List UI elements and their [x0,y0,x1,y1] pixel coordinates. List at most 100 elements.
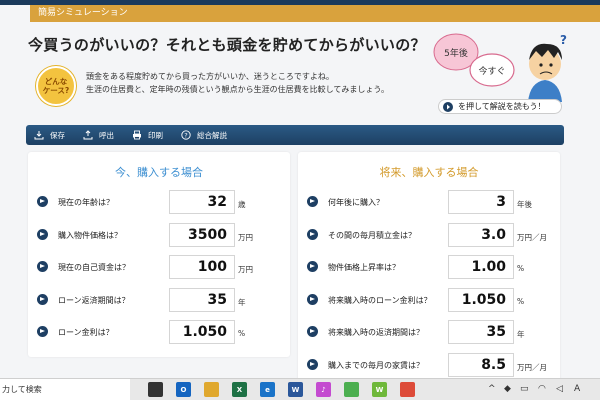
unit-label: 年後 [517,200,532,209]
question-mark: ? [560,33,567,47]
property-price-input[interactable]: 3500 [169,222,235,247]
volume-icon[interactable]: ◁ [556,384,563,394]
wifi-icon[interactable]: ◠ [538,384,546,394]
bubble-now: 今すぐ [478,65,505,77]
input-row: 物件価格上昇率は？ 1.00 % [298,253,560,286]
print-button[interactable]: 印刷 [132,130,163,141]
excel-icon[interactable]: X [232,382,247,397]
arrow-circle-icon[interactable] [37,326,48,337]
unit-label: % [517,264,525,273]
input-row: 何年後に購入？ 3 年後 [298,188,560,221]
arrow-circle-icon[interactable] [37,261,48,272]
years-until-purchase-label: 何年後に購入？ [328,198,384,207]
chevron-up-icon[interactable]: ^ [488,384,496,394]
monthly-rent-label: 購入までの毎月の家賃は？ [328,360,424,370]
unit-label: 万円 [238,265,253,274]
arrow-circle-icon[interactable] [307,358,318,370]
arrow-circle-icon[interactable] [307,326,318,337]
buy-now-title: 今、購入する場合 [115,166,203,179]
arrow-circle-icon[interactable] [37,228,48,240]
save-button[interactable]: 保存 [34,130,65,141]
help-icon: ? [181,130,191,140]
monthly-rent-input[interactable]: 8.5 [448,352,514,377]
windows-taskbar: 力して検索 O Xe W ♪ W ^ ◆ ▭ ◠ ◁ A [0,378,600,400]
maps-icon[interactable] [344,382,359,397]
header-tab: 簡易シミュレーション [30,5,600,22]
upload-icon [83,130,93,140]
taskbar-search-box[interactable]: 力して検索 [0,379,130,400]
input-row: 現在の自己資金は？ 100 万円 [28,253,290,286]
thinking-person-illustration: 5年後 今すぐ ? [433,33,567,102]
overall-explanation-button[interactable]: ? 総合解説 [181,130,227,141]
own-funds-label: 現在の自己資金は？ [58,263,130,272]
description: 頭金をある程度貯めてから買った方がいいか、迷うところですよね。 生涯の住居費と、… [86,70,389,96]
unit-label: 万円 [238,232,253,242]
arrow-circle-icon[interactable] [37,196,48,207]
download-icon [34,131,44,140]
price-increase-label: 物件価格上昇率は？ [328,263,400,272]
property-price-label: 購入物件価格は？ [58,230,122,240]
explain-button[interactable]: を押して解説を読もう！ [438,99,562,114]
arrow-circle-icon[interactable] [307,228,318,240]
network-icon[interactable]: ▭ [520,384,529,394]
input-row: 現在の年齢は？ 32 歳 [28,188,290,221]
future-loan-rate-input[interactable]: 1.050 [448,287,514,312]
dropbox-icon[interactable]: ◆ [504,384,511,394]
outlook-icon[interactable]: O [176,382,191,397]
future-loan-term-input[interactable]: 35 [448,320,514,344]
input-row: 将来購入時の返済期間は？ 35 年 [298,318,560,351]
print-icon [133,130,141,140]
svg-text:?: ? [184,131,187,139]
unit-label: % [517,296,525,306]
buy-later-panel: 将来、購入する場合 何年後に購入？ 3 年後 その間の毎月積立金は？ 3.0 万… [298,152,560,382]
itunes-icon[interactable]: ♪ [316,382,331,397]
wsim-icon[interactable]: W [372,382,387,397]
folder-icon[interactable] [204,382,219,397]
unit-label: 年 [238,297,246,307]
monthly-saving-input[interactable]: 3.0 [448,222,514,247]
years-until-purchase-input[interactable]: 3 [448,190,514,214]
unit-label: 年 [517,330,525,339]
unit-label: 歳 [238,200,246,209]
loan-rate-input[interactable]: 1.050 [169,320,235,344]
input-row: 購入物件価格は？ 3500 万円 [28,221,290,254]
loan-rate-label: ローン金利は？ [58,328,114,337]
badge-text: どんな ケース? [42,77,70,95]
word-icon[interactable]: W [288,382,303,397]
arrow-circle-icon[interactable] [307,261,318,272]
loan-term-label: ローン返済期間は？ [58,295,130,305]
unit-label: 万円／月 [517,362,547,372]
chrome-icon[interactable] [400,382,415,397]
unit-label: % [238,329,246,338]
arrow-circle-icon[interactable] [307,293,318,305]
load-button-label: 呼出 [99,130,114,140]
arrow-circle-icon [443,101,453,112]
buy-later-title: 将来、購入する場合 [379,166,479,179]
input-row: 将来購入時のローン金利は？ 1.050 % [298,286,560,319]
monthly-saving-label: その間の毎月積立金は？ [328,230,416,240]
ime-icon[interactable]: A [574,384,580,394]
edge-icon[interactable]: e [260,382,275,397]
description-line-1: 頭金をある程度貯めてから買った方がいいか、迷うところですよね。 [86,72,334,81]
description-line-2: 生涯の住居費と、定年時の残債という観点から生涯の住居費を比較してみましょう。 [86,85,389,94]
case-badge: どんな ケース? [36,66,76,106]
task-view-icon[interactable] [148,382,163,397]
input-row: ローン金利は？ 1.050 % [28,318,290,351]
input-row: その間の毎月積立金は？ 3.0 万円／月 [298,221,560,254]
overall-explanation-label: 総合解説 [197,130,227,140]
own-funds-input[interactable]: 100 [169,255,235,279]
page-title: 今買うのがいいの？それとも頭金を貯めてからがいいの？ [28,36,426,54]
loan-term-input[interactable]: 35 [169,287,235,312]
explain-button-label: を押して解説を読もう！ [458,102,546,111]
save-button-label: 保存 [50,130,65,140]
print-button-label: 印刷 [148,130,163,140]
bubble-5years: 5年後 [444,47,468,59]
input-row: ローン返済期間は？ 35 年 [28,286,290,319]
load-button[interactable]: 呼出 [83,130,114,141]
arrow-circle-icon[interactable] [307,196,318,207]
current-age-input[interactable]: 32 [169,190,235,214]
arrow-circle-icon[interactable] [37,293,48,305]
price-increase-input[interactable]: 1.00 [448,255,514,279]
future-loan-rate-label: 将来購入時のローン金利は？ [328,295,432,305]
future-loan-term-label: 将来購入時の返済期間は？ [328,328,424,337]
